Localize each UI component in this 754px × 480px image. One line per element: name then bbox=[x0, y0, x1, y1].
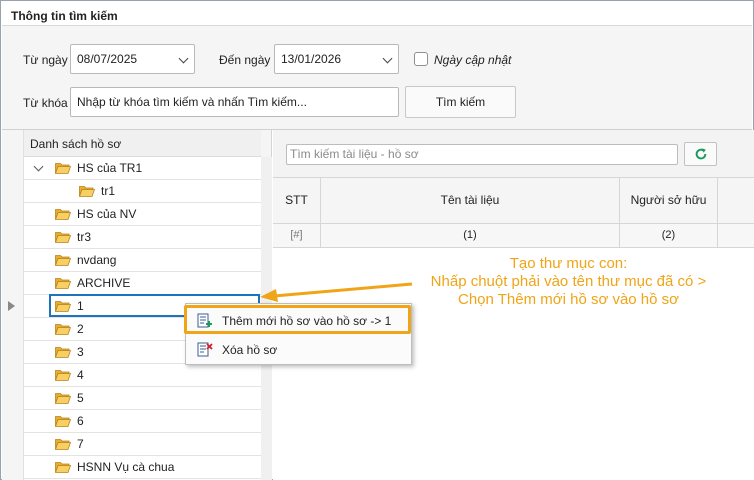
folder-open-icon bbox=[79, 186, 95, 197]
folder-open-icon bbox=[55, 347, 71, 358]
tree-item-label: HSNN Vụ cà chua bbox=[77, 460, 175, 474]
refresh-icon bbox=[695, 148, 707, 160]
folder-open-icon bbox=[55, 324, 71, 335]
keyword-label: Từ khóa bbox=[23, 96, 68, 110]
app-window: Thông tin tìm kiếm Từ ngày 08/07/2025 Đế… bbox=[0, 0, 754, 480]
tree-item-7[interactable]: 7 bbox=[24, 433, 261, 456]
document-grid-header: STT Tên tài liệu Người sở hữu bbox=[273, 178, 754, 224]
filter-cell-document-name[interactable]: (1) bbox=[321, 224, 620, 247]
tree-item-archive[interactable]: ARCHIVE bbox=[24, 272, 261, 295]
menu-item-label: Xóa hồ sơ bbox=[222, 343, 278, 357]
annotation-line: Tạo thư mục con: bbox=[509, 255, 628, 272]
chevron-down-icon[interactable] bbox=[178, 53, 189, 64]
folder-open-icon bbox=[55, 232, 71, 243]
keyword-input-text: Nhập từ khóa tìm kiếm và nhấn Tìm kiếm..… bbox=[77, 95, 307, 109]
tree-item-5[interactable]: 5 bbox=[24, 387, 261, 410]
tree-item-6[interactable]: 6 bbox=[24, 410, 261, 433]
tree-item-label: tr1 bbox=[101, 184, 116, 198]
to-date-picker[interactable]: 13/01/2026 bbox=[274, 44, 399, 74]
folder-open-icon bbox=[55, 439, 71, 450]
update-date-label: Ngày cập nhật bbox=[434, 53, 512, 67]
from-date-value: 08/07/2025 bbox=[77, 52, 138, 66]
column-document-name[interactable]: Tên tài liệu bbox=[321, 178, 620, 223]
chevron-down-icon[interactable] bbox=[33, 161, 44, 172]
column-stt[interactable]: STT bbox=[273, 178, 321, 223]
search-panel: Từ ngày 08/07/2025 Đến ngày 13/01/2026 N… bbox=[2, 26, 752, 130]
search-section-title: Thông tin tìm kiếm bbox=[11, 9, 118, 23]
annotation-arrow bbox=[260, 282, 413, 302]
from-date-label: Từ ngày bbox=[23, 53, 68, 67]
tree-item-label: 6 bbox=[77, 414, 84, 428]
tree-header: Danh sách hồ sơ bbox=[24, 130, 261, 157]
annotation-line: Chọn Thêm mới hồ sơ vào hồ sơ bbox=[458, 291, 679, 308]
search-button[interactable]: Tìm kiếm bbox=[405, 86, 516, 118]
tree-item-hsnn-vu-ca-chua[interactable]: HSNN Vụ cà chua bbox=[24, 456, 261, 479]
refresh-button[interactable] bbox=[684, 142, 717, 166]
tutorial-annotation: Tạo thư mục con: Nhấp chuột phải vào tên… bbox=[391, 255, 746, 309]
tree-item-label: 7 bbox=[77, 437, 84, 451]
tree-item-label: tr3 bbox=[77, 230, 92, 244]
tree-item-label: 5 bbox=[77, 391, 84, 405]
chevron-down-icon[interactable] bbox=[382, 53, 393, 64]
from-date-picker[interactable]: 08/07/2025 bbox=[70, 44, 195, 74]
current-row-indicator-icon bbox=[8, 301, 15, 311]
document-search-input[interactable]: Tìm kiếm tài liệu - hồ sơ bbox=[286, 144, 678, 165]
tree-item-hs-cua-nv[interactable]: HS của NV bbox=[24, 203, 261, 226]
folder-open-icon bbox=[55, 163, 71, 174]
to-date-label: Đến ngày bbox=[219, 53, 271, 67]
delete-record-icon bbox=[197, 342, 213, 357]
tree-item-label: HS của NV bbox=[77, 207, 137, 221]
folder-open-icon bbox=[55, 370, 71, 381]
tree-item-label: 3 bbox=[77, 345, 84, 359]
folder-open-icon bbox=[55, 462, 71, 473]
folder-open-icon bbox=[55, 209, 71, 220]
tree-item-4[interactable]: 4 bbox=[24, 364, 261, 387]
menu-item-highlight-outline bbox=[184, 305, 411, 334]
tree-item-label: ARCHIVE bbox=[77, 276, 131, 290]
update-date-checkbox[interactable] bbox=[414, 52, 428, 66]
filter-cell-owner[interactable]: (2) bbox=[620, 224, 718, 247]
tree-item-hs-cua-tr1[interactable]: HS của TR1 bbox=[24, 157, 261, 180]
menu-item-delete-record[interactable]: Xóa hồ sơ bbox=[188, 337, 409, 363]
document-grid-filter-row: [#] (1) (2) bbox=[273, 224, 754, 248]
folder-open-icon bbox=[55, 255, 71, 266]
folder-open-icon bbox=[55, 393, 71, 404]
tree-item-nvdang[interactable]: nvdang bbox=[24, 249, 261, 272]
column-owner[interactable]: Người sở hữu bbox=[620, 178, 718, 223]
tree-item-tr3[interactable]: tr3 bbox=[24, 226, 261, 249]
tree-item-label: nvdang bbox=[77, 253, 117, 267]
tree-item-label: 2 bbox=[77, 322, 84, 336]
tree-item-tr1[interactable]: tr1 bbox=[24, 180, 261, 203]
tree-item-label: HS của TR1 bbox=[77, 161, 143, 175]
document-toolbar: Tìm kiếm tài liệu - hồ sơ bbox=[273, 130, 754, 178]
filter-cell-stt[interactable]: [#] bbox=[273, 224, 321, 247]
folder-open-icon bbox=[55, 278, 71, 289]
annotation-line: Nhấp chuột phải vào tên thư mục đã có > bbox=[430, 273, 707, 290]
folder-open-icon bbox=[55, 416, 71, 427]
to-date-value: 13/01/2026 bbox=[281, 52, 342, 66]
keyword-input[interactable]: Nhập từ khóa tìm kiếm và nhấn Tìm kiếm..… bbox=[70, 87, 399, 117]
tree-item-label: 4 bbox=[77, 368, 84, 382]
